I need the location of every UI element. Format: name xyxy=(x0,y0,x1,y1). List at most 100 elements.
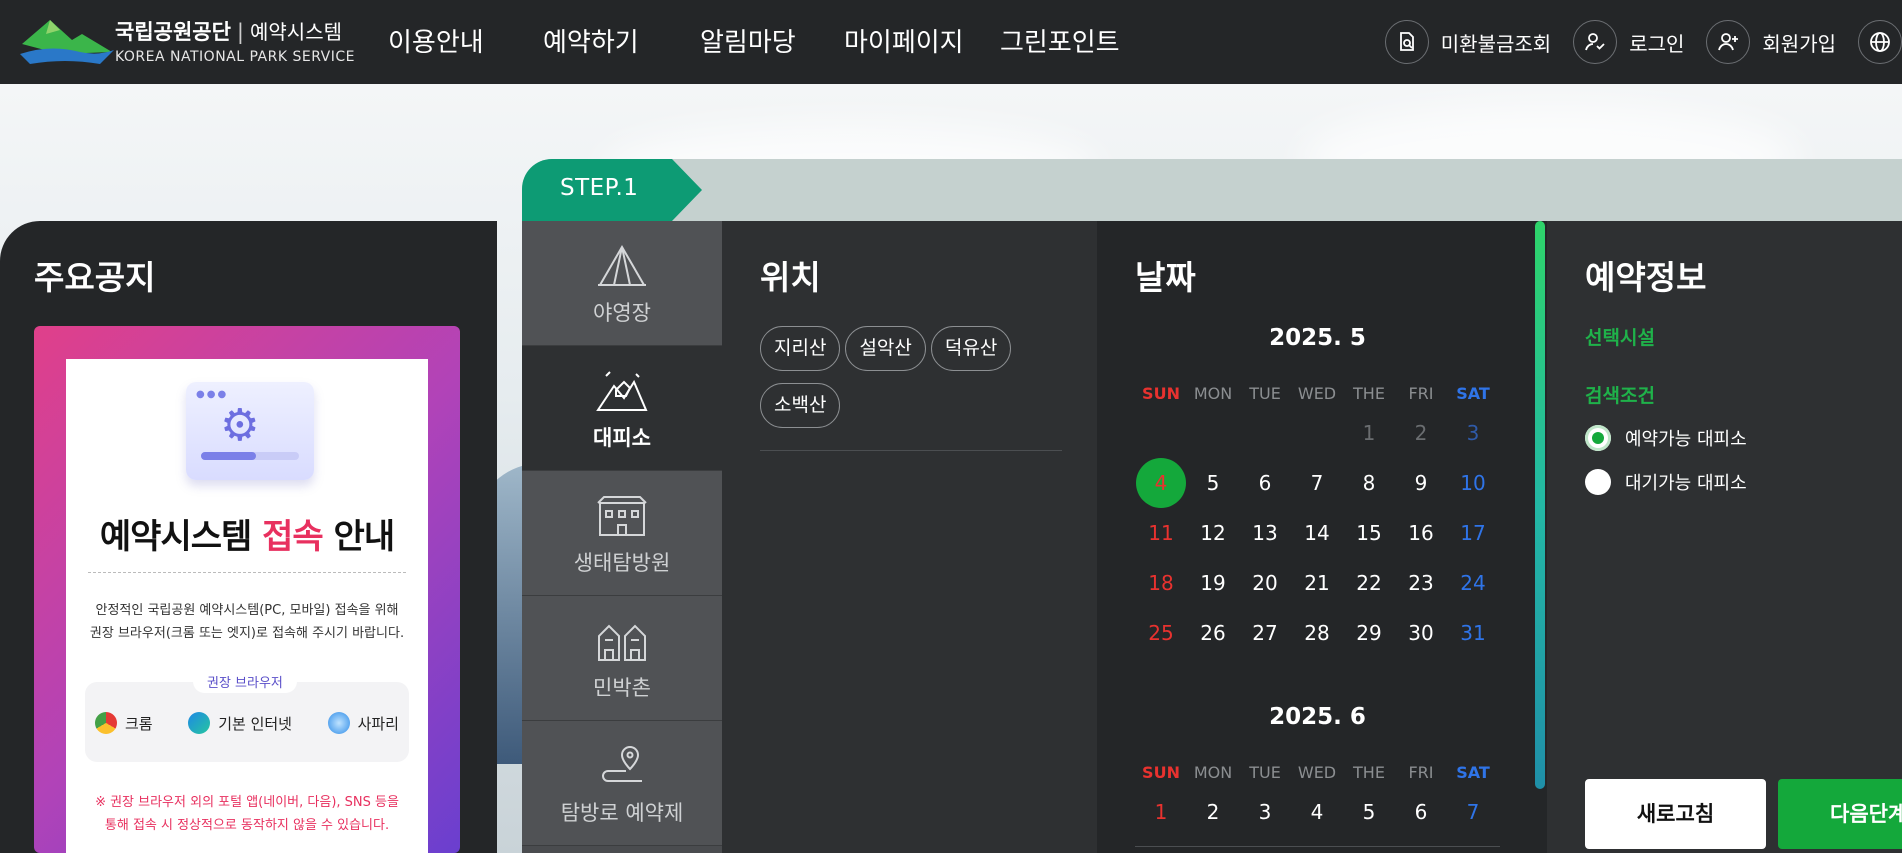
notice-panel: 주요공지 ●●● ⚙ 예약시스템 접속 안내 안정적인 국립공원 예약시스템(P… xyxy=(0,221,497,853)
calendar-day[interactable]: 2 xyxy=(1395,421,1447,445)
weekday-sat: SAT xyxy=(1456,383,1490,403)
calendar-day[interactable]: 19 xyxy=(1187,571,1239,595)
language-button[interactable] xyxy=(1858,20,1902,64)
signup-button[interactable]: 회원가입 xyxy=(1706,20,1836,64)
calendar-day[interactable]: 28 xyxy=(1291,621,1343,645)
calendar-day[interactable]: 5 xyxy=(1343,800,1395,824)
calendar-day-number: 21 xyxy=(1304,571,1330,595)
calendar-day[interactable]: 7 xyxy=(1291,471,1343,495)
calendar-day[interactable]: 21 xyxy=(1291,571,1343,595)
safari-icon xyxy=(327,712,350,734)
calendar-day[interactable]: 5 xyxy=(1187,471,1239,495)
category-lodge-village[interactable]: 민박촌 xyxy=(522,596,722,721)
nav-mypage[interactable]: 마이페이지 xyxy=(844,22,964,59)
calendar-day[interactable]: 29 xyxy=(1343,621,1395,645)
calendar-weekday-row: SUN MON TUE WED THE FRI SAT xyxy=(1135,378,1500,408)
calendar-weekday-row: SUN MON TUE WED THE FRI SAT xyxy=(1135,757,1500,787)
calendar-day-number: 13 xyxy=(1252,521,1278,545)
calendar-day-number: 28 xyxy=(1304,621,1330,645)
calendar-day[interactable]: 10 xyxy=(1447,471,1499,495)
refund-inquiry-label: 미환불금조회 xyxy=(1440,31,1552,56)
calendar-day-number: 4 xyxy=(1310,800,1324,824)
nav-guide[interactable]: 이용안내 xyxy=(388,22,484,59)
safari-label: 사파리 xyxy=(357,714,399,733)
logo-mountain-icon xyxy=(20,14,115,66)
date-panel: 날짜 2025. 5 SUN MON TUE WED THE FRI SAT 1 2 3 4 5 6 7 8… xyxy=(1097,221,1547,853)
calendar-day[interactable]: 22 xyxy=(1343,571,1395,595)
calendar-day[interactable]: 1 xyxy=(1135,800,1187,824)
user-plus-icon xyxy=(1706,20,1751,64)
calendar-day[interactable]: 3 xyxy=(1239,800,1291,824)
calendar-day-number: 6 xyxy=(1258,471,1272,495)
category-eco-center[interactable]: 생태탐방원 xyxy=(522,471,722,596)
next-step-button[interactable]: 다음단계 xyxy=(1778,779,1902,849)
calendar-day-number: 18 xyxy=(1148,571,1174,595)
refund-inquiry-button[interactable]: 미환불금조회 xyxy=(1384,20,1552,64)
calendar-day[interactable]: 2 xyxy=(1187,800,1239,824)
calendar-day[interactable]: 4 xyxy=(1291,800,1343,824)
login-button[interactable]: 로그인 xyxy=(1573,20,1684,64)
location-chip-deogyusan[interactable]: 덕유산 xyxy=(930,326,1012,371)
recommended-browsers: 권장 브라우저 크롬 기본 인터넷 사파리 xyxy=(85,670,409,762)
location-chip-sobaeksan[interactable]: 소백산 xyxy=(760,383,841,428)
option-available-shelter[interactable]: 예약가능 대피소 xyxy=(1585,425,1747,451)
nav-reserve[interactable]: 예약하기 xyxy=(543,22,639,59)
calendar-day[interactable]: 8 xyxy=(1343,471,1395,495)
category-shelter-label: 대피소 xyxy=(593,426,651,450)
calendar-day[interactable]: 25 xyxy=(1135,621,1187,645)
calendar-day[interactable]: 4 xyxy=(1135,458,1187,508)
warn-line-1: ※ 권장 브라우저 외의 포털 앱(네이버, 다음), SNS 등을 xyxy=(95,795,399,810)
calendar-month-label: 2025. 5 xyxy=(1269,325,1366,351)
option-waitlist-shelter[interactable]: 대기가능 대피소 xyxy=(1585,469,1747,495)
calendar-day[interactable]: 16 xyxy=(1395,521,1447,545)
calendar-day[interactable]: 30 xyxy=(1395,621,1447,645)
category-shelter[interactable]: 대피소 xyxy=(522,346,722,471)
logo-english: KOREA NATIONAL PARK SERVICE xyxy=(115,48,356,65)
calendar-day-number: 17 xyxy=(1460,521,1486,545)
weekday-sun: SUN xyxy=(1142,383,1180,403)
calendar-day[interactable]: 12 xyxy=(1187,521,1239,545)
calendar-day-number: 14 xyxy=(1304,521,1330,545)
calendar-day[interactable]: 26 xyxy=(1187,621,1239,645)
calendar-week-row: 18 19 20 21 22 23 24 xyxy=(1135,558,1500,608)
calendar-day[interactable]: 14 xyxy=(1291,521,1343,545)
calendar-day[interactable]: 23 xyxy=(1395,571,1447,595)
radio-unchecked-icon[interactable] xyxy=(1585,469,1611,495)
shelter-icon xyxy=(596,371,648,411)
nav-notice[interactable]: 알림마당 xyxy=(700,22,796,59)
notice-headline: 예약시스템 접속 안내 xyxy=(66,509,428,558)
calendar-day[interactable]: 18 xyxy=(1135,571,1187,595)
location-chip-seoraksan[interactable]: 설악산 xyxy=(845,326,926,371)
calendar-day-number: 5 xyxy=(1206,471,1220,495)
calendar-day[interactable]: 24 xyxy=(1447,571,1499,595)
calendar-june: SUN MON TUE WED THE FRI SAT 1 2 3 4 5 6 7 xyxy=(1135,757,1500,837)
weekday-wed: WED xyxy=(1297,383,1337,403)
step-bar xyxy=(522,159,1902,221)
knps-logo[interactable]: 국립공원공단 | 예약시스템 KOREA NATIONAL PARK SERVICE xyxy=(20,14,355,66)
calendar-day[interactable]: 9 xyxy=(1395,471,1447,495)
nav-greenpoint[interactable]: 그린포인트 xyxy=(1000,22,1120,59)
category-trail-reservation[interactable]: 탐방로 예약제 xyxy=(522,721,722,846)
calendar-day[interactable]: 13 xyxy=(1239,521,1291,545)
scrollbar[interactable] xyxy=(1535,221,1545,789)
refresh-button[interactable]: 새로고침 xyxy=(1585,779,1766,849)
calendar-day[interactable]: 3 xyxy=(1447,421,1499,445)
calendar-day[interactable]: 1 xyxy=(1343,421,1395,445)
location-chip-jirisan[interactable]: 지리산 xyxy=(760,326,841,371)
document-search-icon xyxy=(1384,20,1429,64)
calendar-day[interactable]: 6 xyxy=(1395,800,1447,824)
category-campsite[interactable]: 야영장 xyxy=(522,221,722,346)
notice-banner[interactable]: ●●● ⚙ 예약시스템 접속 안내 안정적인 국립공원 예약시스템(PC, 모바… xyxy=(34,326,460,853)
calendar-day[interactable]: 6 xyxy=(1239,471,1291,495)
category-campsite-label: 야영장 xyxy=(593,301,651,325)
calendar-day[interactable]: 7 xyxy=(1447,800,1499,824)
calendar-day[interactable]: 27 xyxy=(1239,621,1291,645)
calendar-day[interactable]: 11 xyxy=(1135,521,1187,545)
radio-checked-icon[interactable] xyxy=(1585,425,1611,451)
util-menu: 미환불금조회 로그인 회원가입 xyxy=(1384,0,1902,84)
calendar-day[interactable]: 20 xyxy=(1239,571,1291,595)
calendar-day-number: 12 xyxy=(1200,521,1226,545)
calendar-day[interactable]: 17 xyxy=(1447,521,1499,545)
calendar-day[interactable]: 15 xyxy=(1343,521,1395,545)
calendar-day[interactable]: 31 xyxy=(1447,621,1499,645)
